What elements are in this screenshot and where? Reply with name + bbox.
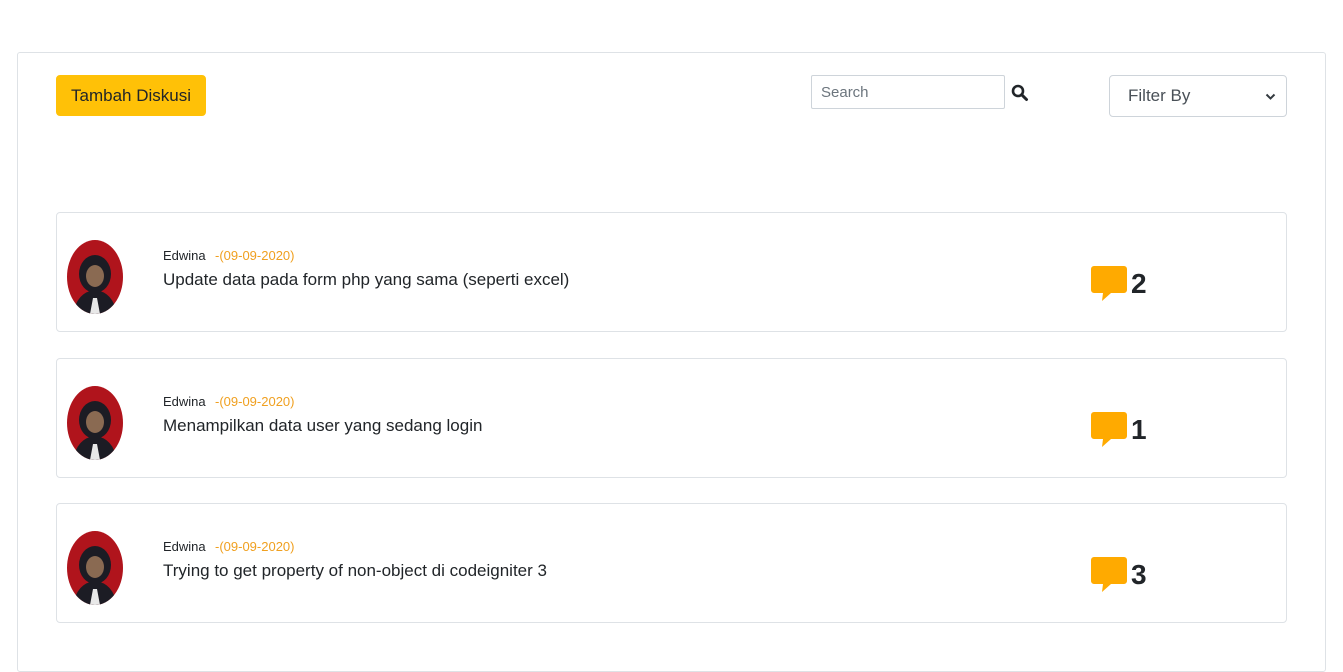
filter-select[interactable]: Filter By	[1109, 75, 1287, 117]
avatar	[67, 386, 123, 460]
comment-count: 2	[1131, 268, 1147, 299]
chevron-down-icon	[1265, 93, 1276, 100]
discussion-title[interactable]: Update data pada form php yang sama (sep…	[163, 270, 569, 290]
post-date: -(09-09-2020)	[215, 248, 295, 263]
post-date: -(09-09-2020)	[215, 539, 295, 554]
author-name: Edwina	[163, 394, 206, 409]
speech-bubble-icon	[1091, 557, 1127, 592]
avatar	[67, 240, 123, 314]
filter-select-value: Filter By	[1128, 86, 1191, 105]
comment-count: 1	[1131, 414, 1147, 445]
author-name: Edwina	[163, 248, 206, 263]
speech-bubble-icon	[1091, 266, 1127, 301]
add-discussion-button[interactable]: Tambah Diskusi	[56, 75, 206, 116]
author-name: Edwina	[163, 539, 206, 554]
avatar	[67, 531, 123, 605]
discussion-card[interactable]: Edwina -(09-09-2020) Trying to get prope…	[56, 503, 1287, 623]
comment-count: 3	[1131, 559, 1147, 590]
discussion-title[interactable]: Trying to get property of non-object di …	[163, 561, 547, 581]
discussion-title[interactable]: Menampilkan data user yang sedang login	[163, 416, 482, 436]
discussion-card[interactable]: Edwina -(09-09-2020) Update data pada fo…	[56, 212, 1287, 332]
speech-bubble-icon	[1091, 412, 1127, 447]
search-icon[interactable]	[1011, 84, 1029, 102]
discussion-card[interactable]: Edwina -(09-09-2020) Menampilkan data us…	[56, 358, 1287, 478]
search-input[interactable]	[811, 75, 1005, 109]
post-date: -(09-09-2020)	[215, 394, 295, 409]
discussion-panel: Tambah Diskusi Filter By Edwina -(09-09-…	[17, 52, 1326, 672]
